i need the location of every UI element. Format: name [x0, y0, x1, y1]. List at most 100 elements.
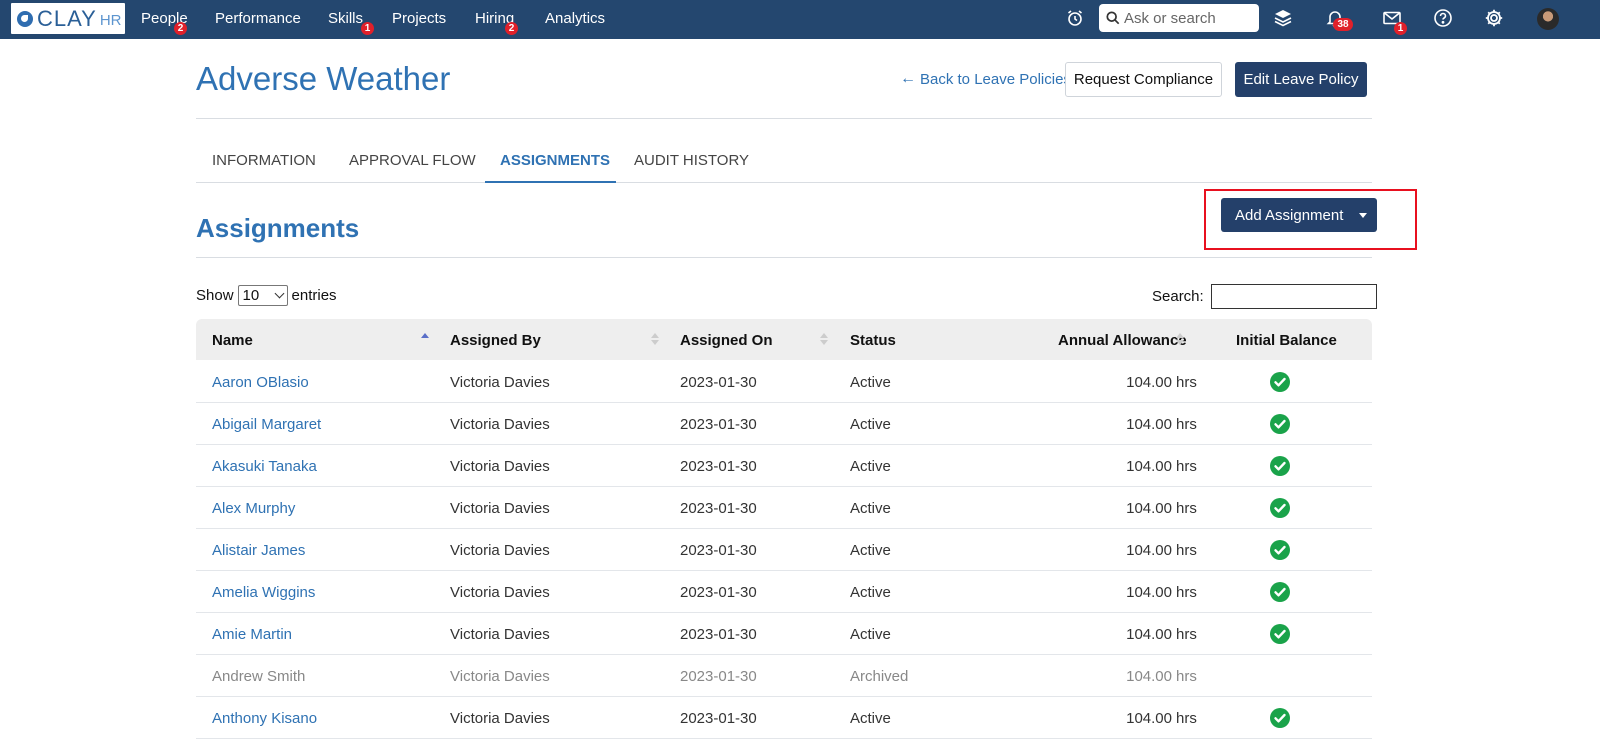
column-header-status: Status	[850, 332, 896, 349]
assigned-on-cell: 2023-01-30	[680, 626, 757, 643]
assigned-by-cell: Victoria Davies	[450, 542, 550, 559]
tab-information[interactable]: INFORMATION	[212, 152, 316, 169]
table-row: Abigail Margaret Victoria Davies 2023-01-3…	[196, 403, 1372, 445]
layers-icon[interactable]	[1273, 8, 1293, 28]
check-circle-icon	[1270, 624, 1290, 644]
column-header-assigned-on[interactable]: Assigned On	[680, 332, 773, 349]
table-row: Aaron OBlasio Victoria Davies 2023-01-30 Ac…	[196, 361, 1372, 403]
clayhr-logo[interactable]: CLAY HR	[11, 3, 125, 34]
edit-leave-policy-button[interactable]: Edit Leave Policy	[1235, 62, 1367, 97]
nav-item-analytics[interactable]: Analytics	[545, 10, 605, 27]
assigned-by-cell: Victoria Davies	[450, 458, 550, 475]
search-icon	[1106, 11, 1120, 25]
top-navigation-bar: CLAY HR People 2 Performance Skills 1 Pr…	[0, 0, 1600, 39]
entries-select[interactable]: 10	[237, 285, 288, 306]
annual-allowance-cell: 104.00	[1126, 626, 1172, 643]
active-tab-indicator	[485, 181, 616, 183]
assignee-name-link[interactable]: Alistair James	[212, 542, 305, 559]
annual-allowance-cell: 104.00	[1126, 458, 1172, 475]
sort-icon[interactable]	[820, 333, 828, 347]
annual-allowance-cell: 104.00	[1126, 500, 1172, 517]
people-badge: 2	[174, 22, 187, 35]
status-cell: Active	[850, 374, 891, 391]
back-arrow-icon: ←	[900, 70, 916, 87]
assigned-on-cell: 2023-01-30	[680, 584, 757, 601]
back-to-leave-policies-link[interactable]: ← Back to Leave Policies	[900, 70, 1071, 88]
assigned-on-cell: 2023-01-30	[680, 668, 757, 685]
global-search[interactable]	[1099, 4, 1259, 32]
header-divider	[196, 118, 1372, 119]
assignee-name-link[interactable]: Alex Murphy	[212, 500, 295, 517]
back-link-label: Back to Leave Policies	[920, 70, 1071, 88]
status-cell: Active	[850, 416, 891, 433]
annual-allowance-cell: 104.00	[1126, 374, 1172, 391]
status-cell: Active	[850, 584, 891, 601]
table-search-input[interactable]	[1210, 284, 1377, 309]
tab-audit-history[interactable]: AUDIT HISTORY	[634, 152, 749, 169]
column-header-annual-allowance[interactable]: Annual Allowance	[1058, 332, 1187, 349]
assigned-by-cell: Victoria Davies	[450, 416, 550, 433]
skills-badge: 1	[361, 22, 374, 35]
check-circle-icon	[1270, 540, 1290, 560]
status-cell: Active	[850, 542, 891, 559]
check-circle-icon	[1270, 582, 1290, 602]
nav-item-projects[interactable]: Projects	[392, 10, 446, 27]
assignee-name-link[interactable]: Aaron OBlasio	[212, 374, 309, 391]
table-search: Search:	[1152, 284, 1377, 309]
assigned-on-cell: 2023-01-30	[680, 374, 757, 391]
tab-approval-flow[interactable]: APPROVAL FLOW	[349, 152, 476, 169]
assignee-name-link: Andrew Smith	[212, 668, 306, 685]
allowance-unit: hrs	[1176, 542, 1197, 559]
table-row: Amie Martin Victoria Davies 2023-01-30 Acti…	[196, 613, 1372, 655]
status-cell: Active	[850, 500, 891, 517]
help-icon[interactable]	[1433, 8, 1453, 28]
assignee-name-link[interactable]: Anthony Kisano	[212, 710, 317, 727]
nav-item-skills[interactable]: Skills	[328, 10, 363, 27]
assigned-by-cell: Victoria Davies	[450, 668, 550, 685]
highlight-box	[1204, 189, 1417, 250]
assignee-name-link[interactable]: Amelia Wiggins	[212, 584, 315, 601]
tab-assignments[interactable]: ASSIGNMENTS	[500, 152, 610, 169]
sort-ascending-icon[interactable]	[421, 333, 429, 347]
show-label: Show	[196, 287, 234, 304]
alarm-clock-icon[interactable]	[1065, 8, 1085, 28]
logo-text: CLAY	[37, 5, 97, 31]
check-circle-icon	[1270, 372, 1290, 392]
status-cell: Active	[850, 710, 891, 727]
entries-length-control: Show 10 entries	[196, 285, 337, 306]
hiring-badge: 2	[505, 22, 518, 35]
column-header-name[interactable]: Name	[212, 332, 253, 349]
table-row: Anthony Kisano Victoria Davies 2023-01-30 A…	[196, 697, 1372, 739]
table-row: Akasuki Tanaka Victoria Davies 2023-01-30 A…	[196, 445, 1372, 487]
assignee-name-link[interactable]: Amie Martin	[212, 626, 292, 643]
nav-item-performance[interactable]: Performance	[215, 10, 301, 27]
allowance-unit: hrs	[1176, 416, 1197, 433]
sort-icon[interactable]	[1176, 333, 1184, 347]
table-row: Amelia Wiggins Victoria Davies 2023-01-30 A…	[196, 571, 1372, 613]
allowance-unit: hrs	[1176, 710, 1197, 727]
user-avatar[interactable]	[1537, 8, 1559, 30]
column-header-initial-balance: Initial Balance	[1236, 332, 1337, 349]
check-circle-icon	[1270, 498, 1290, 518]
request-compliance-button[interactable]: Request Compliance	[1065, 62, 1222, 97]
chevron-down-icon	[274, 288, 284, 299]
column-header-assigned-by[interactable]: Assigned By	[450, 332, 541, 349]
allowance-unit: hrs	[1176, 500, 1197, 517]
annual-allowance-cell: 104.00	[1126, 710, 1172, 727]
assigned-by-cell: Victoria Davies	[450, 626, 550, 643]
notifications-badge: 38	[1333, 18, 1353, 31]
assignee-name-link[interactable]: Akasuki Tanaka	[212, 458, 317, 475]
allowance-unit: hrs	[1176, 458, 1197, 475]
sort-icon[interactable]	[651, 333, 659, 347]
allowance-unit: hrs	[1176, 584, 1197, 601]
check-circle-icon	[1270, 708, 1290, 728]
allowance-unit: hrs	[1176, 374, 1197, 391]
status-cell: Archived	[850, 668, 909, 685]
entries-select-value: 10	[242, 287, 260, 304]
assignee-name-link[interactable]: Abigail Margaret	[212, 416, 321, 433]
assigned-on-cell: 2023-01-30	[680, 458, 757, 475]
global-search-input[interactable]	[1124, 9, 1254, 27]
gear-icon[interactable]	[1484, 8, 1504, 28]
assigned-by-cell: Victoria Davies	[450, 584, 550, 601]
table-row: Alex Murphy Victoria Davies 2023-01-30 Acti…	[196, 487, 1372, 529]
